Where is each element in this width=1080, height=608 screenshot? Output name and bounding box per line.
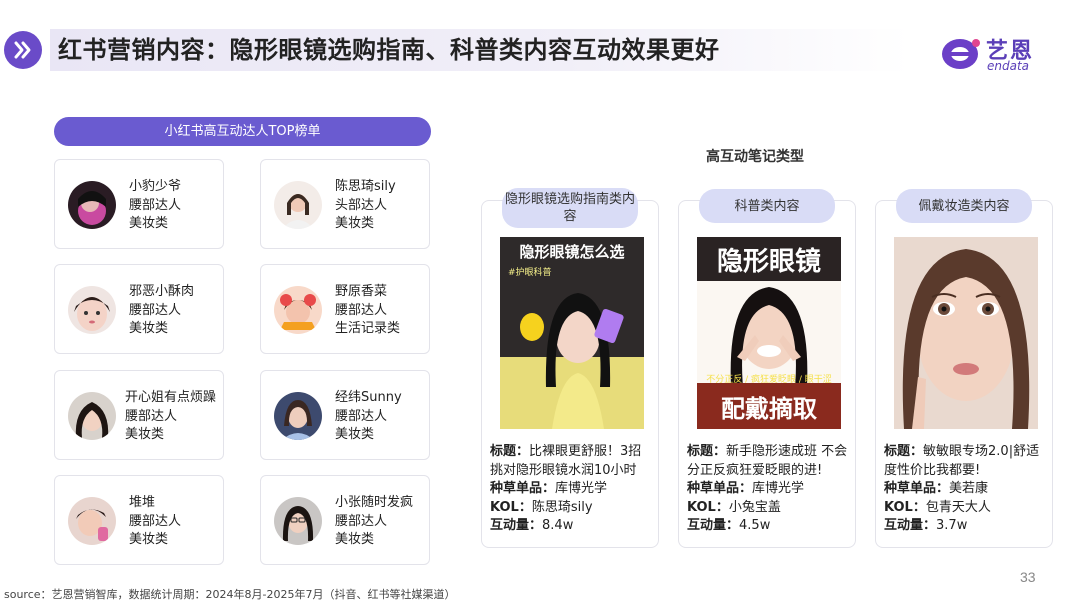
kol-card[interactable]: 陈思琦sily 头部达人 美妆类 xyxy=(260,159,430,249)
product-label: 种草单品： xyxy=(687,481,753,496)
note-cover-image: 隐形眼镜 不分正反 / 疯狂爱眨眼 / 眼干涩 配戴摘取 xyxy=(697,237,841,429)
kol-card[interactable]: 野原香菜 腰部达人 生活记录类 xyxy=(260,264,430,354)
kol-category: 美妆类 xyxy=(129,532,169,547)
note-types-title: 高互动笔记类型 xyxy=(706,149,804,165)
interaction-label: 互动量： xyxy=(687,518,740,533)
cover-headline: 隐形眼镜怎么选 xyxy=(519,243,624,261)
kol-value: 小兔宝盖 xyxy=(728,499,781,515)
interaction-label: 互动量： xyxy=(884,518,937,533)
kol-tier: 腰部达人 xyxy=(335,302,388,318)
note-card[interactable]: 科普类内容 隐形眼镜 不分正反 / 疯狂爱眨眼 / 眼干涩 配戴摘取 标题：新手… xyxy=(678,189,856,548)
avatar xyxy=(274,392,322,440)
kol-name: 小豹少爷 xyxy=(129,179,182,194)
product-value: 库博光学 xyxy=(555,481,608,496)
note-info: 标题：比裸眼更舒服！3招挑对隐形眼镜水润10小时 种草单品：库博光学 KOL：陈… xyxy=(490,443,654,536)
kol-label: KOL： xyxy=(490,499,532,515)
note-type-tag: 隐形眼镜选购指南类内容 xyxy=(502,188,638,228)
avatar xyxy=(274,181,322,229)
endata-logo: 艺恩 endata xyxy=(940,33,1050,73)
kol-tier: 腰部达人 xyxy=(129,197,182,213)
cover-bottom-text: 配戴摘取 xyxy=(721,395,817,423)
kol-card[interactable]: 小张随时发疯 腰部达人 美妆类 xyxy=(260,475,430,565)
kol-card[interactable]: 邪恶小酥肉 腰部达人 美妆类 xyxy=(54,264,224,354)
kol-card[interactable]: 开心姐有点烦躁 腰部达人 美妆类 xyxy=(54,370,224,460)
interaction-value: 3.7w xyxy=(936,518,968,533)
kol-category: 美妆类 xyxy=(335,532,375,547)
product-value: 库博光学 xyxy=(752,481,805,496)
kol-category: 美妆类 xyxy=(125,427,165,442)
title-label: 标题： xyxy=(884,444,924,459)
avatar xyxy=(68,181,116,229)
kol-name: 陈思琦sily xyxy=(335,179,396,194)
kol-category: 美妆类 xyxy=(335,216,375,231)
kol-card[interactable]: 小豹少爷 腰部达人 美妆类 xyxy=(54,159,224,249)
kol-name: 野原香菜 xyxy=(335,284,388,299)
kol-name: 开心姐有点烦躁 xyxy=(125,390,217,405)
kol-category: 美妆类 xyxy=(129,321,169,336)
cover-subline: 不分正反 / 疯狂爱眨眼 / 眼干涩 xyxy=(706,373,832,385)
note-card[interactable]: 隐形眼镜选购指南类内容 隐形眼镜怎么选 #护眼科普 标题：比裸眼更舒服！3招挑对… xyxy=(481,188,659,548)
logo-text-en: endata xyxy=(987,59,1030,73)
kol-tier: 腰部达人 xyxy=(335,408,388,424)
interaction-value: 4.5w xyxy=(739,518,771,533)
source-note: source：艺恩营销智库，数据统计周期：2024年8月-2025年7月（抖音、… xyxy=(4,588,456,601)
kol-ranking-title: 小红书高互动达人TOP榜单 xyxy=(54,117,431,146)
title-label: 标题： xyxy=(490,444,530,459)
kol-name: 小张随时发疯 xyxy=(335,495,414,510)
kol-category: 美妆类 xyxy=(335,427,375,442)
kol-tier: 腰部达人 xyxy=(335,513,388,529)
interaction-value: 8.4w xyxy=(542,518,574,533)
product-label: 种草单品： xyxy=(490,481,556,496)
page-number: 33 xyxy=(1020,569,1036,585)
kol-value: 包青天大人 xyxy=(925,499,991,515)
avatar xyxy=(68,497,116,545)
cover-hashtag: #护眼科普 xyxy=(508,266,552,278)
kol-tier: 腰部达人 xyxy=(129,513,182,529)
endata-logo-icon xyxy=(942,39,980,69)
kol-category: 美妆类 xyxy=(129,216,169,231)
note-type-tag: 科普类内容 xyxy=(699,189,835,223)
product-value: 美若康 xyxy=(949,481,989,496)
kol-tier: 头部达人 xyxy=(335,197,388,213)
note-info: 标题：敏敏眼专场2.0|舒适度性价比我都要! 种草单品：美若康 KOL：包青天大… xyxy=(884,443,1048,536)
double-chevron-right-icon xyxy=(4,31,42,69)
kol-value: 陈思琦sily xyxy=(531,499,593,515)
note-type-tag: 佩戴妆造类内容 xyxy=(896,189,1032,223)
kol-label: KOL： xyxy=(687,499,729,515)
page-title: 红书营销内容：隐形眼镜选购指南、科普类内容互动效果更好 xyxy=(58,36,720,64)
product-label: 种草单品： xyxy=(884,481,950,496)
interaction-label: 互动量： xyxy=(490,518,543,533)
kol-category: 生活记录类 xyxy=(335,321,401,336)
kol-name: 经纬Sunny xyxy=(335,390,402,405)
kol-tier: 腰部达人 xyxy=(129,302,182,318)
kol-card[interactable]: 堆堆 腰部达人 美妆类 xyxy=(54,475,224,565)
kol-card[interactable]: 经纬Sunny 腰部达人 美妆类 xyxy=(260,370,430,460)
avatar xyxy=(68,286,116,334)
note-cover-image: 隐形眼镜怎么选 #护眼科普 xyxy=(500,237,644,429)
avatar xyxy=(274,497,322,545)
note-cover-image xyxy=(894,237,1038,429)
cover-headline: 隐形眼镜 xyxy=(717,246,821,277)
note-card[interactable]: 佩戴妆造类内容 标题：敏敏眼专场2.0|舒适度性价比我都要! 种草单品：美若康 … xyxy=(875,189,1053,548)
note-info: 标题：新手隐形速成班 不会分正反疯狂爱眨眼的进! 种草单品：库博光学 KOL：小… xyxy=(687,443,851,536)
kol-name: 堆堆 xyxy=(129,495,156,510)
avatar xyxy=(274,286,322,334)
kol-label: KOL： xyxy=(884,499,926,515)
kol-name: 邪恶小酥肉 xyxy=(129,284,195,299)
title-label: 标题： xyxy=(687,444,727,459)
kol-tier: 腰部达人 xyxy=(125,408,178,424)
avatar xyxy=(68,392,116,440)
